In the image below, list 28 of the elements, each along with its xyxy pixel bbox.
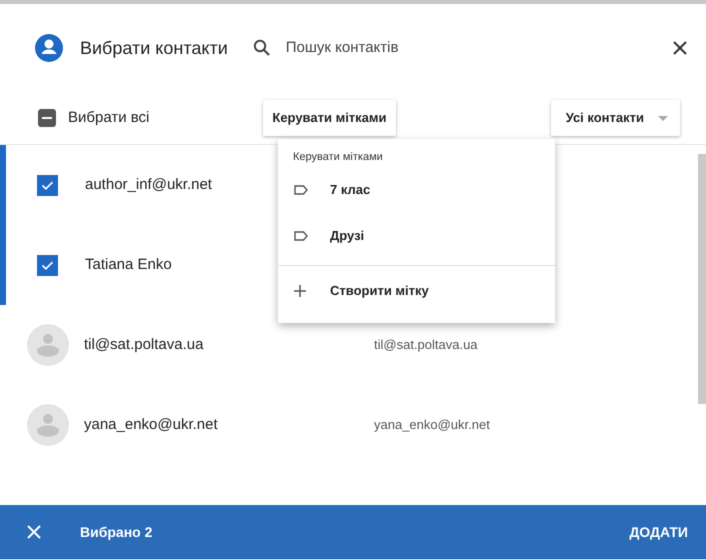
dialog-title: Вибрати контакти: [80, 36, 228, 60]
selected-count: Вибрано 2: [80, 522, 152, 542]
contact-name: author_inf@ukr.net: [85, 176, 212, 193]
select-all-checkbox[interactable]: [38, 109, 56, 127]
search-icon: [252, 39, 271, 57]
person-icon: [35, 34, 63, 62]
contact-email: til@sat.poltava.ua: [374, 336, 478, 354]
select-all-label: Вибрати всі: [68, 108, 150, 128]
contact-name: til@sat.poltava.ua: [84, 336, 204, 353]
add-button[interactable]: ДОДАТИ: [625, 516, 692, 548]
label-item[interactable]: Друзі: [278, 213, 555, 259]
contact-checkbox[interactable]: [37, 254, 58, 276]
contact-checkbox[interactable]: [37, 174, 58, 196]
close-icon[interactable]: [672, 40, 688, 56]
label-icon: [294, 185, 308, 195]
manage-labels-button[interactable]: Керувати мітками: [263, 100, 396, 136]
create-label-item[interactable]: Створити мітку: [278, 265, 555, 315]
label-icon: [294, 231, 308, 241]
filter-dropdown[interactable]: Усі контакти: [550, 100, 680, 136]
scrollbar[interactable]: [698, 154, 706, 404]
search-field[interactable]: Пошук контактів: [286, 36, 672, 60]
contact-name: Tatiana Enko: [85, 256, 172, 273]
label-item[interactable]: 7 клас: [278, 167, 555, 213]
contact-name: yana_enko@ukr.net: [84, 416, 218, 433]
menu-heading: Керувати мітками: [292, 150, 384, 165]
contact-email: yana_enko@ukr.net: [374, 416, 490, 434]
caret-icon: [658, 116, 668, 120]
plus-icon: [294, 284, 306, 296]
